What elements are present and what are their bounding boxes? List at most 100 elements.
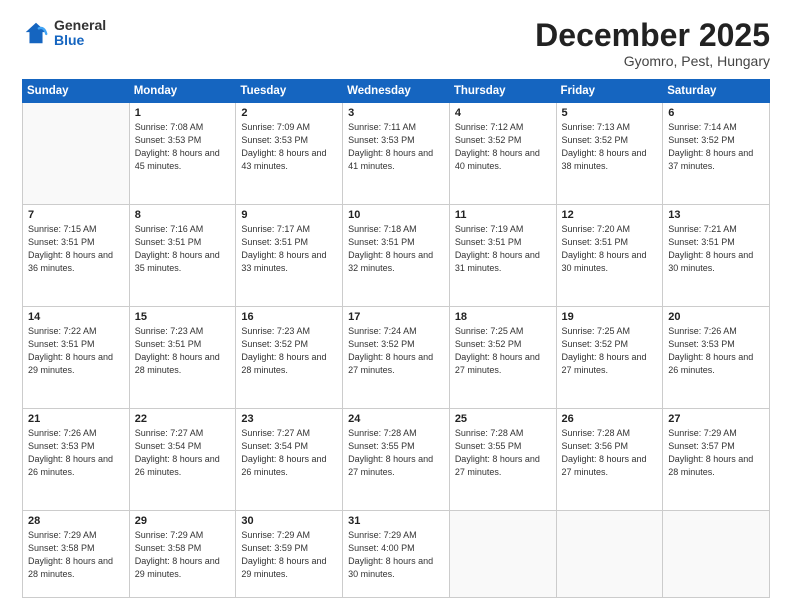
- day-number: 10: [348, 209, 444, 221]
- calendar-table: Sunday Monday Tuesday Wednesday Thursday…: [22, 79, 770, 598]
- header-monday: Monday: [129, 80, 236, 103]
- day-number: 9: [241, 209, 337, 221]
- calendar-cell: 23 Sunrise: 7:27 AM Sunset: 3:54 PM Dayli…: [236, 408, 343, 510]
- calendar-cell: 19Sunrise: 7:25 AM Sunset: 3:52 PM Dayli…: [556, 307, 663, 409]
- day-number: 13: [668, 209, 764, 221]
- calendar-cell: 22 Sunrise: 7:27 AM Sunset: 3:54 PM Dayli…: [129, 408, 236, 510]
- calendar-cell: 12Sunrise: 7:20 AM Sunset: 3:51 PM Dayli…: [556, 205, 663, 307]
- header-saturday: Saturday: [663, 80, 770, 103]
- day-info: Sunrise: 7:08 AM Sunset: 3:53 PM Dayligh…: [135, 121, 231, 173]
- day-number: 6: [668, 107, 764, 119]
- day-number: 14: [28, 311, 124, 323]
- day-number: 20: [668, 311, 764, 323]
- calendar-week-row: 28 Sunrise: 7:29 AM Sunset: 3:58 PM Dayli…: [23, 510, 770, 597]
- day-number: 21: [28, 413, 124, 425]
- day-number: 7: [28, 209, 124, 221]
- day-info: Sunrise: 7:27 AM Sunset: 3:54 PM Dayligh…: [241, 427, 337, 479]
- calendar-cell: 24Sunrise: 7:28 AM Sunset: 3:55 PM Dayli…: [343, 408, 450, 510]
- logo-text: General Blue: [54, 18, 106, 49]
- calendar-cell: 30 Sunrise: 7:29 AM Sunset: 3:59 PM Dayli…: [236, 510, 343, 597]
- day-info: Sunrise: 7:20 AM Sunset: 3:51 PM Dayligh…: [562, 223, 658, 275]
- weekday-header-row: Sunday Monday Tuesday Wednesday Thursday…: [23, 80, 770, 103]
- day-info: Sunrise: 7:26 AM Sunset: 3:53 PM Dayligh…: [668, 325, 764, 377]
- calendar-cell: 4 Sunrise: 7:12 AM Sunset: 3:52 PM Daylig…: [449, 103, 556, 205]
- day-number: 18: [455, 311, 551, 323]
- calendar-cell: 16Sunrise: 7:23 AM Sunset: 3:52 PM Dayli…: [236, 307, 343, 409]
- day-number: 16: [241, 311, 337, 323]
- calendar-cell: 6 Sunrise: 7:14 AM Sunset: 3:52 PM Daylig…: [663, 103, 770, 205]
- day-info: Sunrise: 7:28 AM Sunset: 3:56 PM Dayligh…: [562, 427, 658, 479]
- day-info: Sunrise: 7:24 AM Sunset: 3:52 PM Dayligh…: [348, 325, 444, 377]
- day-number: 4: [455, 107, 551, 119]
- calendar-cell: 13 Sunrise: 7:21 AM Sunset: 3:51 PM Dayli…: [663, 205, 770, 307]
- day-info: Sunrise: 7:29 AM Sunset: 3:59 PM Dayligh…: [241, 529, 337, 581]
- logo-general-text: General: [54, 18, 106, 33]
- day-info: Sunrise: 7:25 AM Sunset: 3:52 PM Dayligh…: [455, 325, 551, 377]
- day-number: 27: [668, 413, 764, 425]
- day-info: Sunrise: 7:15 AM Sunset: 3:51 PM Dayligh…: [28, 223, 124, 275]
- day-info: Sunrise: 7:29 AM Sunset: 4:00 PM Dayligh…: [348, 529, 444, 581]
- day-info: Sunrise: 7:14 AM Sunset: 3:52 PM Dayligh…: [668, 121, 764, 173]
- calendar-cell: 5Sunrise: 7:13 AM Sunset: 3:52 PM Daylig…: [556, 103, 663, 205]
- day-number: 11: [455, 209, 551, 221]
- calendar-cell: 11 Sunrise: 7:19 AM Sunset: 3:51 PM Dayli…: [449, 205, 556, 307]
- day-number: 2: [241, 107, 337, 119]
- day-number: 30: [241, 515, 337, 527]
- day-info: Sunrise: 7:26 AM Sunset: 3:53 PM Dayligh…: [28, 427, 124, 479]
- month-title: December 2025: [535, 18, 770, 53]
- day-number: 23: [241, 413, 337, 425]
- calendar-cell: [556, 510, 663, 597]
- calendar-cell: 1Sunrise: 7:08 AM Sunset: 3:53 PM Daylig…: [129, 103, 236, 205]
- calendar-cell: [663, 510, 770, 597]
- day-info: Sunrise: 7:25 AM Sunset: 3:52 PM Dayligh…: [562, 325, 658, 377]
- day-info: Sunrise: 7:27 AM Sunset: 3:54 PM Dayligh…: [135, 427, 231, 479]
- header-sunday: Sunday: [23, 80, 130, 103]
- day-info: Sunrise: 7:29 AM Sunset: 3:58 PM Dayligh…: [28, 529, 124, 581]
- day-info: Sunrise: 7:19 AM Sunset: 3:51 PM Dayligh…: [455, 223, 551, 275]
- calendar-cell: 25 Sunrise: 7:28 AM Sunset: 3:55 PM Dayli…: [449, 408, 556, 510]
- day-number: 3: [348, 107, 444, 119]
- calendar-cell: [23, 103, 130, 205]
- calendar-cell: 29 Sunrise: 7:29 AM Sunset: 3:58 PM Dayli…: [129, 510, 236, 597]
- day-number: 25: [455, 413, 551, 425]
- day-number: 8: [135, 209, 231, 221]
- day-info: Sunrise: 7:28 AM Sunset: 3:55 PM Dayligh…: [455, 427, 551, 479]
- calendar-week-row: 14Sunrise: 7:22 AM Sunset: 3:51 PM Dayli…: [23, 307, 770, 409]
- calendar-week-row: 7 Sunrise: 7:15 AM Sunset: 3:51 PM Daylig…: [23, 205, 770, 307]
- calendar-cell: 20 Sunrise: 7:26 AM Sunset: 3:53 PM Dayli…: [663, 307, 770, 409]
- day-number: 15: [135, 311, 231, 323]
- calendar-cell: 15 Sunrise: 7:23 AM Sunset: 3:51 PM Dayli…: [129, 307, 236, 409]
- day-number: 26: [562, 413, 658, 425]
- day-number: 31: [348, 515, 444, 527]
- day-info: Sunrise: 7:23 AM Sunset: 3:51 PM Dayligh…: [135, 325, 231, 377]
- calendar-week-row: 21 Sunrise: 7:26 AM Sunset: 3:53 PM Dayli…: [23, 408, 770, 510]
- calendar-week-row: 1Sunrise: 7:08 AM Sunset: 3:53 PM Daylig…: [23, 103, 770, 205]
- header-tuesday: Tuesday: [236, 80, 343, 103]
- day-number: 29: [135, 515, 231, 527]
- calendar-cell: 21 Sunrise: 7:26 AM Sunset: 3:53 PM Dayli…: [23, 408, 130, 510]
- day-number: 22: [135, 413, 231, 425]
- calendar-cell: 18 Sunrise: 7:25 AM Sunset: 3:52 PM Dayli…: [449, 307, 556, 409]
- calendar-cell: 14Sunrise: 7:22 AM Sunset: 3:51 PM Dayli…: [23, 307, 130, 409]
- day-info: Sunrise: 7:21 AM Sunset: 3:51 PM Dayligh…: [668, 223, 764, 275]
- header-friday: Friday: [556, 80, 663, 103]
- calendar-cell: [449, 510, 556, 597]
- title-block: December 2025 Gyomro, Pest, Hungary: [535, 18, 770, 69]
- calendar-cell: 28 Sunrise: 7:29 AM Sunset: 3:58 PM Dayli…: [23, 510, 130, 597]
- logo: General Blue: [22, 18, 106, 49]
- calendar-cell: 26 Sunrise: 7:28 AM Sunset: 3:56 PM Dayli…: [556, 408, 663, 510]
- calendar-cell: 3Sunrise: 7:11 AM Sunset: 3:53 PM Daylig…: [343, 103, 450, 205]
- day-info: Sunrise: 7:29 AM Sunset: 3:57 PM Dayligh…: [668, 427, 764, 479]
- day-info: Sunrise: 7:29 AM Sunset: 3:58 PM Dayligh…: [135, 529, 231, 581]
- day-number: 5: [562, 107, 658, 119]
- day-info: Sunrise: 7:12 AM Sunset: 3:52 PM Dayligh…: [455, 121, 551, 173]
- calendar-cell: 10 Sunrise: 7:18 AM Sunset: 3:51 PM Dayli…: [343, 205, 450, 307]
- location-subtitle: Gyomro, Pest, Hungary: [535, 53, 770, 69]
- calendar-cell: 27 Sunrise: 7:29 AM Sunset: 3:57 PM Dayli…: [663, 408, 770, 510]
- day-info: Sunrise: 7:18 AM Sunset: 3:51 PM Dayligh…: [348, 223, 444, 275]
- day-number: 28: [28, 515, 124, 527]
- day-number: 17: [348, 311, 444, 323]
- day-number: 24: [348, 413, 444, 425]
- day-info: Sunrise: 7:16 AM Sunset: 3:51 PM Dayligh…: [135, 223, 231, 275]
- logo-icon: [22, 19, 50, 47]
